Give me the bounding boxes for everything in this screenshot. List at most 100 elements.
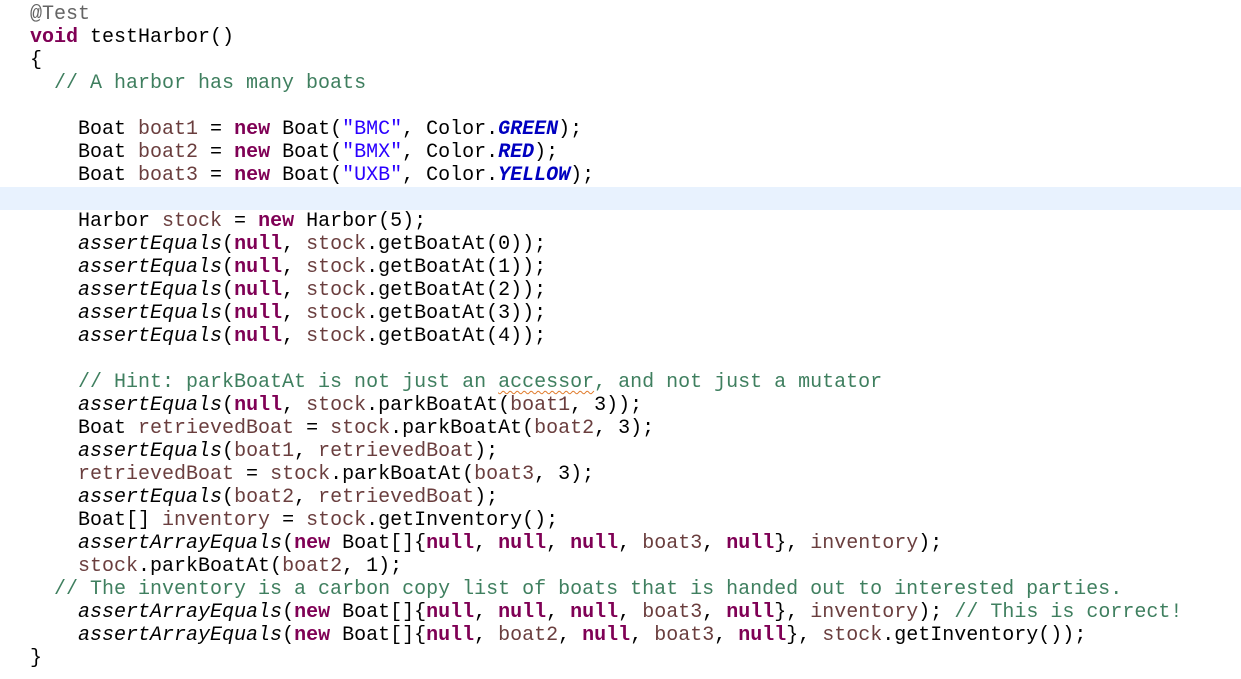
local-variable: retrievedBoat	[138, 417, 295, 440]
code-line[interactable]: assertEquals(null, stock.getBoatAt(3));	[0, 302, 1241, 325]
code-line[interactable]: assertArrayEquals(new Boat[]{null, boat2…	[0, 624, 1241, 647]
code-token: (	[282, 532, 295, 555]
code-line[interactable]: assertEquals(null, stock.getBoatAt(4));	[0, 325, 1241, 348]
code-token: , Color.	[402, 141, 499, 164]
code-token: .getBoatAt(0));	[366, 233, 547, 256]
code-token: =	[198, 141, 235, 164]
code-token: ,	[282, 325, 307, 348]
code-line-current[interactable]	[0, 187, 1241, 210]
local-variable: inventory	[162, 509, 271, 532]
code-token: =	[198, 118, 235, 141]
code-line[interactable]: Boat retrievedBoat = stock.parkBoatAt(bo…	[0, 417, 1241, 440]
code-line[interactable]: // A harbor has many boats	[0, 72, 1241, 95]
code-token: );	[918, 601, 955, 624]
static-method-call: assertEquals	[78, 302, 223, 325]
code-token: Boat	[78, 141, 139, 164]
local-variable: retrievedBoat	[78, 463, 235, 486]
keyword: null	[426, 624, 475, 647]
code-line[interactable]	[0, 95, 1241, 118]
code-token: ,	[474, 601, 499, 624]
keyword: null	[234, 233, 283, 256]
keyword: void	[30, 26, 79, 49]
code-line[interactable]: assertEquals(null, stock.parkBoatAt(boat…	[0, 394, 1241, 417]
code-token: (	[222, 302, 235, 325]
code-line[interactable]: assertArrayEquals(new Boat[]{null, null,…	[0, 532, 1241, 555]
annotation: @Test	[30, 3, 91, 26]
keyword: null	[498, 532, 547, 555]
code-token: .parkBoatAt(	[390, 417, 535, 440]
comment: // Hint: parkBoatAt is not just an	[78, 371, 499, 394]
code-token: ,	[702, 532, 727, 555]
string-literal: "BMC"	[342, 118, 403, 141]
code-line[interactable]	[0, 348, 1241, 371]
comment: // A harbor has many boats	[54, 72, 367, 95]
static-method-call: assertEquals	[78, 486, 223, 509]
code-line[interactable]: // Hint: parkBoatAt is not just an acces…	[0, 371, 1241, 394]
code-line[interactable]: Harbor stock = new Harbor(5);	[0, 210, 1241, 233]
code-token: );	[570, 164, 595, 187]
static-method-call: assertEquals	[78, 325, 223, 348]
local-variable: boat2	[138, 141, 199, 164]
keyword: null	[726, 532, 775, 555]
code-token: ,	[282, 233, 307, 256]
code-token: .getBoatAt(4));	[366, 325, 547, 348]
code-line[interactable]: {	[0, 49, 1241, 72]
code-token: .getInventory());	[882, 624, 1087, 647]
keyword: null	[726, 601, 775, 624]
code-token: =	[270, 509, 307, 532]
comment: // The inventory is a carbon copy list o…	[54, 578, 1123, 601]
static-method-call: assertEquals	[78, 233, 223, 256]
code-line[interactable]: Boat boat3 = new Boat("UXB", Color.YELLO…	[0, 164, 1241, 187]
code-token: },	[774, 601, 811, 624]
code-token: ,	[282, 302, 307, 325]
local-variable: stock	[78, 555, 139, 578]
code-token: .getBoatAt(2));	[366, 279, 547, 302]
local-variable: boat3	[654, 624, 715, 647]
code-line[interactable]: retrievedBoat = stock.parkBoatAt(boat3, …	[0, 463, 1241, 486]
keyword: null	[426, 601, 475, 624]
code-token: },	[774, 532, 811, 555]
code-token: );	[474, 440, 499, 463]
code-line[interactable]: assertEquals(null, stock.getBoatAt(2));	[0, 279, 1241, 302]
code-line[interactable]: Boat[] inventory = stock.getInventory();	[0, 509, 1241, 532]
code-token: =	[198, 164, 235, 187]
static-method-call: assertEquals	[78, 256, 223, 279]
code-line[interactable]: assertEquals(null, stock.getBoatAt(1));	[0, 256, 1241, 279]
code-line[interactable]: stock.parkBoatAt(boat2, 1);	[0, 555, 1241, 578]
code-line[interactable]: assertArrayEquals(new Boat[]{null, null,…	[0, 601, 1241, 624]
code-line[interactable]: assertEquals(null, stock.getBoatAt(0));	[0, 233, 1241, 256]
code-token: ,	[294, 440, 319, 463]
keyword: null	[234, 256, 283, 279]
code-line[interactable]: assertEquals(boat1, retrievedBoat);	[0, 440, 1241, 463]
code-token: },	[786, 624, 823, 647]
keyword: null	[498, 601, 547, 624]
code-token: ,	[474, 532, 499, 555]
code-editor[interactable]: @Test void testHarbor(){ // A harbor has …	[0, 3, 1241, 670]
code-line[interactable]: @Test	[0, 3, 1241, 26]
code-token: Boat	[78, 164, 139, 187]
code-token: Boat(	[270, 141, 343, 164]
local-variable: boat1	[510, 394, 571, 417]
keyword: null	[234, 325, 283, 348]
code-line[interactable]: }	[0, 647, 1241, 670]
code-line[interactable]: void testHarbor()	[0, 26, 1241, 49]
code-token: );	[474, 486, 499, 509]
code-token: );	[534, 141, 559, 164]
code-line[interactable]: // The inventory is a carbon copy list o…	[0, 578, 1241, 601]
code-token: (	[282, 624, 295, 647]
keyword: null	[234, 394, 283, 417]
code-line[interactable]: Boat boat1 = new Boat("BMC", Color.GREEN…	[0, 118, 1241, 141]
code-line[interactable]: assertEquals(boat2, retrievedBoat);	[0, 486, 1241, 509]
code-line[interactable]: Boat boat2 = new Boat("BMX", Color.RED);	[0, 141, 1241, 164]
code-token: Boat(	[270, 118, 343, 141]
